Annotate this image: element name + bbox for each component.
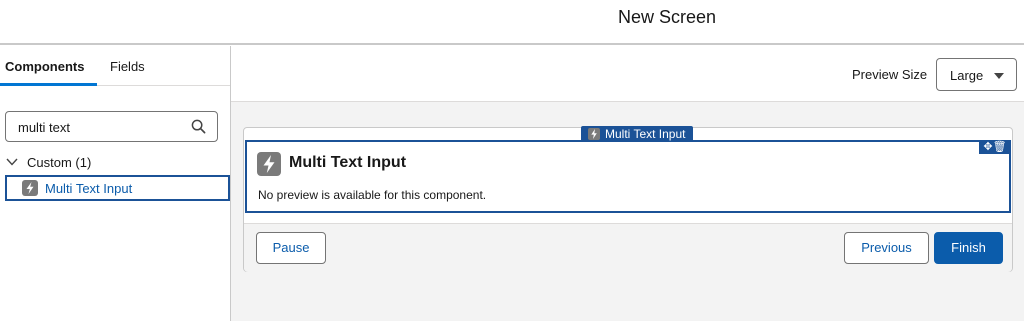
component-title: Multi Text Input — [289, 154, 407, 171]
sidebar: Components Fields multi text Custom (1) … — [0, 46, 231, 321]
chevron-down-icon[interactable] — [5, 155, 19, 169]
main-canvas-area: Preview Size Large ✥🗑 Multi Text Input N… — [231, 46, 1024, 321]
search-input[interactable]: multi text — [5, 111, 218, 142]
list-item-label: Multi Text Input — [45, 181, 133, 196]
component-actions: ✥🗑 — [979, 140, 1011, 154]
component-tag: Multi Text Input — [581, 126, 694, 142]
list-item-multi-text-input[interactable]: Multi Text Input — [5, 175, 230, 201]
active-tab-indicator — [0, 83, 97, 86]
finish-button[interactable]: Finish — [934, 232, 1003, 264]
lightning-icon — [588, 128, 600, 140]
search-icon[interactable] — [191, 119, 206, 134]
move-icon[interactable]: ✥ — [983, 141, 992, 153]
component-description: No preview is available for this compone… — [258, 188, 487, 202]
lightning-icon — [257, 152, 281, 176]
screen-canvas: ✥🗑 Multi Text Input No preview is availa… — [243, 126, 1013, 272]
preview-toolbar: Preview Size Large — [231, 46, 1024, 102]
caret-down-icon — [994, 73, 1004, 79]
search-input-value[interactable]: multi text — [18, 120, 70, 135]
group-custom[interactable]: Custom (1) — [5, 155, 91, 170]
pause-button[interactable]: Pause — [256, 232, 326, 264]
component-block[interactable]: ✥🗑 Multi Text Input No preview is availa… — [245, 140, 1011, 213]
trash-icon[interactable]: 🗑 — [993, 141, 1007, 153]
sidebar-tabs: Components Fields — [0, 46, 230, 86]
screen-footer: Pause Previous Finish — [244, 223, 1012, 272]
preview-size-select[interactable]: Large — [936, 58, 1017, 91]
component-tag-label: Multi Text Input — [605, 127, 686, 141]
page-title: New Screen — [618, 7, 717, 27]
tab-fields[interactable]: Fields — [110, 59, 145, 74]
preview-size-value: Large — [950, 68, 984, 83]
title-bar: New Screen — [0, 0, 1024, 45]
group-label: Custom (1) — [27, 155, 92, 170]
preview-size-label: Preview Size — [852, 67, 928, 82]
previous-button[interactable]: Previous — [844, 232, 929, 264]
lightning-icon — [22, 180, 38, 196]
tab-components[interactable]: Components — [5, 59, 84, 74]
